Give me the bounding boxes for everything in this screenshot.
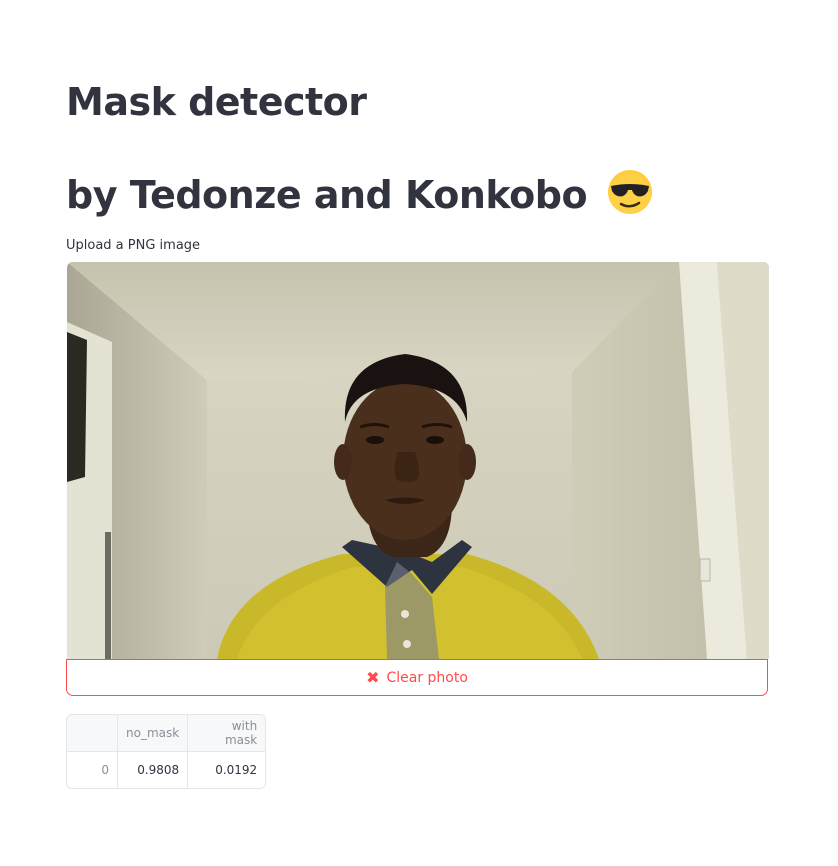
results-dataframe[interactable]: no_mask with mask 0 0.9808 0.0192: [66, 714, 267, 789]
uploaded-photo: [67, 262, 769, 659]
column-header-with-mask[interactable]: with mask: [187, 715, 266, 752]
page-subtitle: by Tedonze and Konkobo: [66, 168, 654, 219]
row-index-cell: 0: [67, 751, 118, 788]
sunglasses-emoji-icon: [606, 168, 654, 216]
page-title: Mask detector: [66, 80, 367, 124]
table-row: 0 0.9808 0.0192: [67, 751, 265, 789]
upload-label: Upload a PNG image: [66, 238, 201, 253]
with-mask-cell[interactable]: 0.0192: [188, 752, 265, 789]
column-header-no-mask[interactable]: no_mask: [117, 715, 189, 752]
no-mask-cell[interactable]: 0.9808: [117, 751, 189, 788]
table-header-row: no_mask with mask: [67, 715, 266, 752]
index-column-header: [67, 715, 118, 752]
clear-photo-button[interactable]: ✖ Clear photo: [66, 659, 768, 696]
clear-photo-label: Clear photo: [386, 669, 468, 686]
subtitle-text: by Tedonze and Konkobo: [66, 173, 588, 217]
close-icon: ✖: [366, 667, 380, 687]
